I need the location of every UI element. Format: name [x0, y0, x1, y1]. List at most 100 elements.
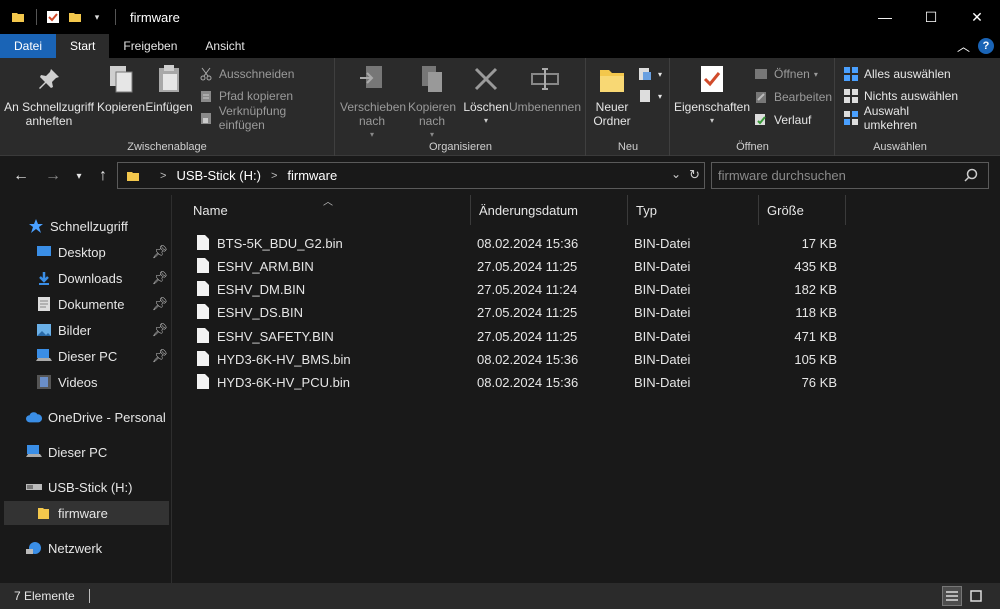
sidebar-item-videos[interactable]: Videos	[36, 370, 168, 394]
easy-access-button[interactable]: ▾	[637, 86, 662, 106]
large-icons-view-button[interactable]	[966, 586, 986, 606]
table-row[interactable]: BTS-5K_BDU_G2.bin 08.02.2024 15:36 BIN-D…	[193, 232, 853, 255]
pin-quick-access-button[interactable]: An Schnellzugriff anheften	[4, 62, 94, 128]
select-none-icon	[843, 88, 859, 104]
search-input[interactable]: firmware durchsuchen	[711, 162, 989, 189]
sidebar-item-this-pc[interactable]: Dieser PC	[26, 440, 166, 464]
copy-path-button[interactable]: Pfad kopieren	[198, 86, 293, 106]
cut-button[interactable]: Ausschneiden	[198, 64, 294, 84]
sidebar-item-documents[interactable]: Dokumente 📌︎	[36, 292, 168, 316]
details-view-button[interactable]	[942, 586, 962, 606]
table-row[interactable]: ESHV_DM.BIN 27.05.2024 11:24 BIN-Datei 1…	[193, 278, 853, 301]
invert-selection-icon	[843, 110, 859, 126]
new-item-button[interactable]: ▾	[637, 64, 662, 84]
sidebar-item-network[interactable]: Netzwerk	[26, 536, 166, 560]
rename-button[interactable]: Umbenennen	[508, 62, 582, 114]
table-row[interactable]: ESHV_ARM.BIN 27.05.2024 11:25 BIN-Datei …	[193, 255, 853, 278]
history-label: Verlauf	[774, 113, 812, 127]
desktop-icon	[36, 244, 52, 260]
computer-icon	[36, 348, 52, 364]
back-button[interactable]: ←	[10, 165, 32, 187]
chevron-down-icon[interactable]: ▾	[87, 7, 107, 27]
tab-ansicht[interactable]: Ansicht	[191, 34, 258, 58]
column-header-label: Name	[193, 202, 228, 218]
table-row[interactable]: HYD3-6K-HV_PCU.bin 08.02.2024 15:36 BIN-…	[193, 371, 853, 394]
sidebar-item-this-pc-pinned[interactable]: Dieser PC 📌︎	[36, 344, 168, 368]
open-button[interactable]: Öffnen ▾	[753, 64, 818, 84]
breadcrumb-separator[interactable]: >	[160, 170, 166, 182]
breadcrumb-firmware[interactable]: firmware	[287, 168, 337, 183]
search-icon[interactable]	[964, 168, 978, 185]
breadcrumb-usb-stick[interactable]: USB-Stick (H:)	[176, 168, 261, 183]
folder-icon	[36, 505, 52, 521]
pin-icon[interactable]: 📌︎	[151, 322, 168, 338]
file-name: ESHV_SAFETY.BIN	[217, 329, 334, 344]
forward-button[interactable]: →	[42, 165, 64, 187]
column-header-size[interactable]: Größe	[759, 195, 846, 225]
table-row[interactable]: HYD3-6K-HV_BMS.bin 08.02.2024 15:36 BIN-…	[193, 348, 853, 371]
sidebar-item-quick-access[interactable]: Schnellzugriff	[28, 214, 168, 238]
refresh-icon[interactable]: ↻	[689, 167, 700, 183]
file-date: 27.05.2024 11:25	[477, 329, 578, 344]
paste-shortcut-button[interactable]: Verknüpfung einfügen	[198, 104, 334, 132]
sidebar-item-firmware[interactable]: firmware	[4, 501, 169, 525]
details-view-icon	[946, 591, 958, 601]
table-row[interactable]: ESHV_SAFETY.BIN 27.05.2024 11:25 BIN-Dat…	[193, 325, 853, 348]
tab-start[interactable]: Start	[56, 34, 110, 58]
paste-button[interactable]: Einfügen	[145, 62, 193, 114]
help-icon[interactable]: ?	[978, 37, 994, 54]
select-all-icon	[843, 66, 859, 82]
sidebar-item-desktop[interactable]: Desktop 📌︎	[36, 240, 168, 264]
recent-locations-button[interactable]: ▾	[68, 165, 90, 187]
delete-button[interactable]: Löschen ▾	[462, 62, 510, 128]
move-to-label: Verschieben nach	[340, 100, 407, 128]
new-folder-label: Neuer Ordner	[593, 100, 631, 128]
file-size: 435 KB	[794, 259, 837, 274]
pin-icon[interactable]: 📌︎	[151, 270, 168, 286]
tab-datei[interactable]: Datei	[0, 34, 57, 58]
pin-icon[interactable]: 📌︎	[151, 296, 168, 312]
column-header-date[interactable]: Änderungsdatum	[471, 195, 628, 225]
sidebar-item-usb-stick[interactable]: USB-Stick (H:)	[26, 475, 166, 499]
column-header-label: Größe	[767, 202, 804, 218]
invert-selection-button[interactable]: Auswahl umkehren	[843, 104, 964, 132]
file-size: 182 KB	[794, 282, 837, 297]
column-header-label: Typ	[636, 202, 657, 218]
sidebar-item-label: Videos	[58, 374, 98, 390]
new-folder-icon[interactable]	[65, 7, 85, 27]
tab-freigeben[interactable]: Freigeben	[109, 34, 191, 58]
properties-icon[interactable]	[43, 7, 63, 27]
move-to-button[interactable]: Verschieben nach ▾	[340, 62, 407, 142]
folder-icon	[8, 7, 28, 27]
breadcrumb-separator[interactable]: >	[271, 170, 277, 182]
select-none-button[interactable]: Nichts auswählen	[843, 86, 958, 106]
maximize-button[interactable]: ☐	[908, 0, 954, 34]
new-item-icon	[637, 66, 653, 82]
table-row[interactable]: ESHV_DS.BIN 27.05.2024 11:25 BIN-Datei 1…	[193, 301, 853, 324]
pin-icon[interactable]: 📌︎	[151, 348, 168, 364]
copy-to-button[interactable]: Kopieren nach ▾	[404, 62, 460, 142]
group-label-new: Neu	[617, 141, 639, 153]
sidebar-item-onedrive[interactable]: OneDrive - Personal	[26, 405, 172, 429]
close-button[interactable]: ✕	[954, 0, 1000, 34]
sidebar-item-downloads[interactable]: Downloads 📌︎	[36, 266, 168, 290]
new-folder-button[interactable]: Neuer Ordner	[589, 62, 635, 128]
history-button[interactable]: Verlauf	[753, 110, 811, 130]
up-button[interactable]: ↑	[92, 165, 114, 187]
sidebar-item-label: Downloads	[58, 270, 123, 286]
chevron-down-icon[interactable]: ⌄	[671, 167, 681, 183]
videos-icon	[36, 374, 52, 390]
properties-button[interactable]: Eigenschaften ▾	[674, 62, 750, 128]
select-all-button[interactable]: Alles auswählen	[843, 64, 951, 84]
sidebar-item-pictures[interactable]: Bilder 📌︎	[36, 318, 168, 342]
copy-button[interactable]: Kopieren	[96, 62, 146, 114]
collapse-ribbon-icon[interactable]: ︿	[957, 36, 970, 55]
edit-label: Bearbeiten	[774, 90, 833, 104]
copy-to-icon	[415, 62, 449, 96]
column-header-name[interactable]: Name	[185, 195, 471, 225]
edit-button[interactable]: Bearbeiten	[753, 87, 832, 107]
address-bar[interactable]: > USB-Stick (H:) > firmware ⌄ ↻	[117, 162, 705, 189]
minimize-button[interactable]: —	[862, 0, 908, 34]
pin-icon[interactable]: 📌︎	[151, 244, 168, 260]
column-header-type[interactable]: Typ	[628, 195, 759, 225]
